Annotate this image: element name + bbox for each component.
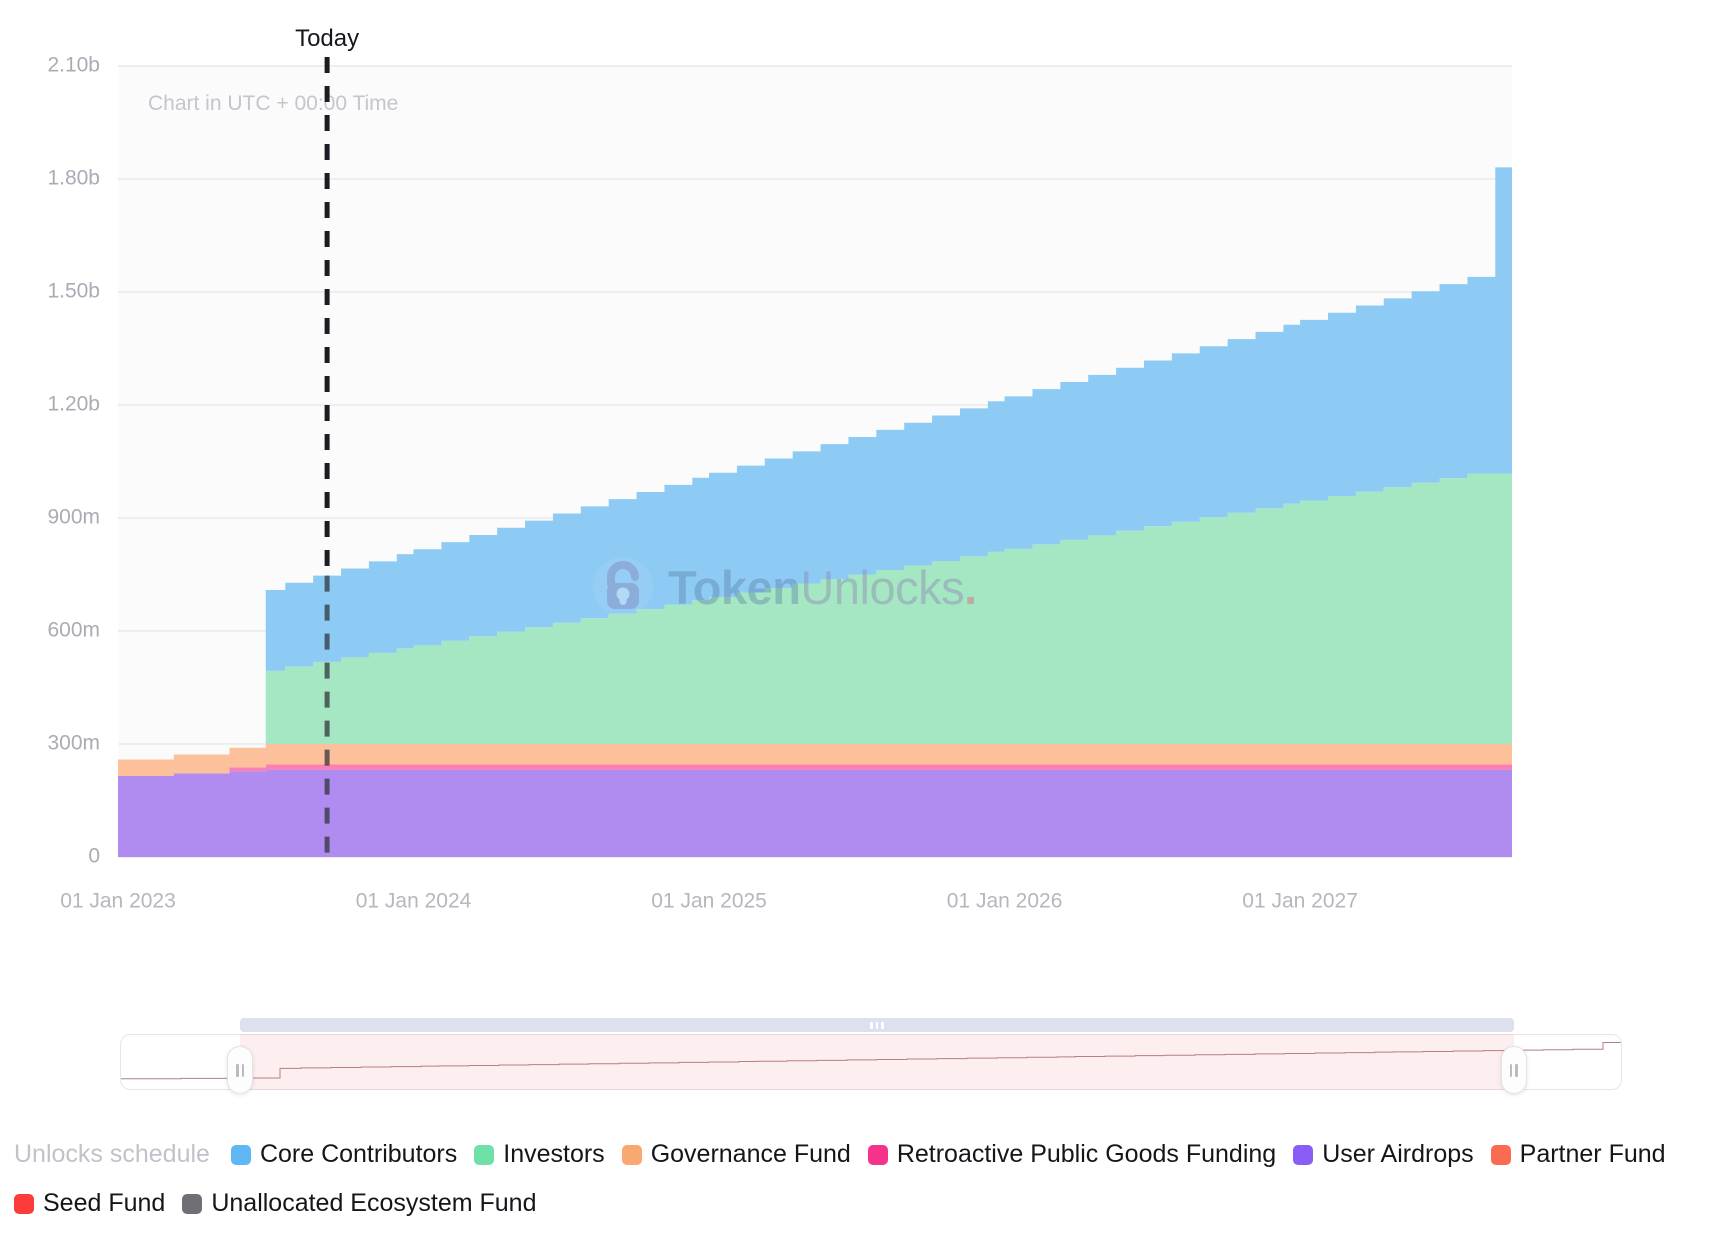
- chart-legend: Unlocks schedule Core Contributors Invest…: [14, 1140, 1714, 1218]
- x-axis-tick-label: 01 Jan 2024: [356, 889, 472, 912]
- legend-label: Core Contributors: [260, 1140, 457, 1169]
- x-axis-tick-label: 01 Jan 2025: [651, 889, 767, 912]
- legend-label: Partner Fund: [1520, 1140, 1666, 1169]
- legend-item-core-contributors[interactable]: Core Contributors: [231, 1140, 457, 1169]
- x-axis-tick-label: 01 Jan 2026: [947, 889, 1063, 912]
- legend-swatch: [182, 1194, 202, 1214]
- handle-grip-line: [1515, 1064, 1518, 1077]
- legend-label: User Airdrops: [1322, 1140, 1473, 1169]
- legend-item-seed-fund[interactable]: Seed Fund: [14, 1189, 165, 1218]
- legend-swatch: [14, 1194, 34, 1214]
- today-label: Today: [295, 25, 359, 52]
- handle-grip-line: [242, 1064, 245, 1077]
- legend-label: Retroactive Public Goods Funding: [897, 1140, 1276, 1169]
- legend-label: Investors: [503, 1140, 604, 1169]
- legend-item-partner-fund[interactable]: Partner Fund: [1491, 1140, 1666, 1169]
- range-slider-handle-left[interactable]: [227, 1046, 253, 1094]
- legend-label: Unallocated Ecosystem Fund: [211, 1189, 536, 1218]
- range-slider-preview: [121, 1035, 1621, 1089]
- unlocks-stacked-area-chart[interactable]: 0 300m 600m 900m 1.20b 1.50b 1.80b 2.10b 01 Jan …: [0, 0, 1730, 980]
- legend-label: Governance Fund: [651, 1140, 851, 1169]
- range-slider-track[interactable]: [120, 1034, 1622, 1090]
- y-axis-tick-label: 1.80b: [47, 167, 100, 190]
- handle-grip-line: [1510, 1064, 1513, 1077]
- handle-grip-line: [236, 1064, 239, 1077]
- legend-item-retroactive-public-goods-funding[interactable]: Retroactive Public Goods Funding: [868, 1140, 1276, 1169]
- legend-swatch: [1293, 1145, 1313, 1165]
- legend-swatch: [474, 1145, 494, 1165]
- y-axis-tick-label: 900m: [47, 506, 100, 529]
- legend-swatch: [231, 1145, 251, 1165]
- range-slider-scrollbar[interactable]: [240, 1018, 1514, 1032]
- range-slider-preview-line: [121, 1043, 1621, 1079]
- x-axis-tick-label: 01 Jan 2023: [60, 889, 176, 912]
- legend-title: Unlocks schedule: [14, 1140, 210, 1169]
- scrollbar-grip-line: [881, 1022, 884, 1029]
- range-slider[interactable]: [120, 1024, 1622, 1100]
- legend-item-governance-fund[interactable]: Governance Fund: [622, 1140, 851, 1169]
- range-slider-handle-right[interactable]: [1501, 1046, 1527, 1094]
- y-axis-tick-label: 1.50b: [47, 280, 100, 303]
- chart-area: 0 300m 600m 900m 1.20b 1.50b 1.80b 2.10b 01 Jan …: [0, 0, 1730, 980]
- legend-swatch: [622, 1145, 642, 1165]
- legend-item-investors[interactable]: Investors: [474, 1140, 604, 1169]
- scrollbar-grip-line: [870, 1022, 873, 1029]
- y-axis-tick-label: 2.10b: [47, 54, 100, 77]
- y-axis-tick-label: 1.20b: [47, 393, 100, 416]
- y-axis-tick-label: 300m: [47, 732, 100, 755]
- legend-item-unallocated-ecosystem-fund[interactable]: Unallocated Ecosystem Fund: [182, 1189, 536, 1218]
- utc-note: Chart in UTC + 00:00 Time: [148, 92, 398, 115]
- x-axis-tick-label: 01 Jan 2027: [1242, 889, 1358, 912]
- y-axis-tick-label: 0: [88, 845, 100, 868]
- legend-swatch: [868, 1145, 888, 1165]
- legend-item-user-airdrops[interactable]: User Airdrops: [1293, 1140, 1473, 1169]
- legend-label: Seed Fund: [43, 1189, 165, 1218]
- y-axis-tick-label: 600m: [47, 619, 100, 642]
- scrollbar-grip-line: [876, 1022, 879, 1029]
- legend-swatch: [1491, 1145, 1511, 1165]
